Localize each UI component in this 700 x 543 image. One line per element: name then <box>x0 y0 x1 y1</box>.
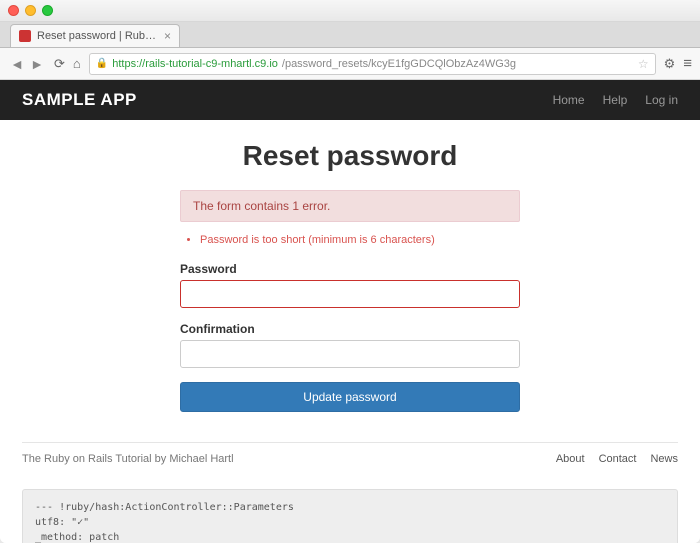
nav-links: Home Help Log in <box>553 93 678 107</box>
nav-login[interactable]: Log in <box>645 93 678 107</box>
address-bar[interactable]: 🔒 https://rails-tutorial-c9-mhartl.c9.io… <box>89 53 656 75</box>
footer-contact[interactable]: Contact <box>599 453 637 465</box>
window-controls <box>8 5 53 16</box>
site-navbar: SAMPLE APP Home Help Log in <box>0 80 700 120</box>
reload-button[interactable]: ⟳ <box>54 56 65 72</box>
url-path: /password_resets/kcyE1fgGDCQlObzAz4WG3g <box>282 58 516 70</box>
page-viewport: SAMPLE APP Home Help Log in Reset passwo… <box>0 80 700 543</box>
confirmation-input[interactable] <box>180 340 520 368</box>
nav-help[interactable]: Help <box>603 93 628 107</box>
password-input[interactable] <box>180 280 520 308</box>
home-button[interactable]: ⌂ <box>73 56 81 71</box>
error-alert: The form contains 1 error. <box>180 190 520 222</box>
footer-links: About Contact News <box>556 453 678 465</box>
hamburger-menu-icon[interactable]: ≡ <box>683 55 692 72</box>
close-tab-icon[interactable]: × <box>164 29 171 43</box>
password-label: Password <box>180 262 520 276</box>
bookmark-star-icon[interactable]: ☆ <box>638 57 649 71</box>
error-item: Password is too short (minimum is 6 char… <box>200 234 520 246</box>
tab-strip: Reset password | Ruby on × <box>0 22 700 48</box>
forward-button[interactable]: ► <box>28 55 46 73</box>
page-title: Reset password <box>22 140 678 172</box>
url-host: https://rails-tutorial-c9-mhartl.c9.io <box>112 58 278 70</box>
favicon-icon <box>19 30 31 42</box>
back-button[interactable]: ◄ <box>8 55 26 73</box>
update-password-button[interactable]: Update password <box>180 382 520 412</box>
confirmation-label: Confirmation <box>180 322 520 336</box>
debug-dump: --- !ruby/hash:ActionController::Paramet… <box>22 489 678 543</box>
site-footer: The Ruby on Rails Tutorial by Michael Ha… <box>22 442 678 475</box>
error-list: Password is too short (minimum is 6 char… <box>180 234 520 246</box>
footer-about[interactable]: About <box>556 453 585 465</box>
nav-home[interactable]: Home <box>553 93 585 107</box>
browser-window: Reset password | Ruby on × ◄ ► ⟳ ⌂ 🔒 htt… <box>0 0 700 543</box>
nav-arrows: ◄ ► <box>8 55 46 73</box>
footer-tutorial-link[interactable]: The Ruby on Rails Tutorial <box>22 453 152 465</box>
main-content: Reset password The form contains 1 error… <box>0 120 700 412</box>
close-window-button[interactable] <box>8 5 19 16</box>
tab-title: Reset password | Ruby on <box>37 30 158 42</box>
settings-gear-icon[interactable]: ⚙ <box>664 56 676 72</box>
footer-author-link[interactable]: Michael Hartl <box>169 453 233 465</box>
footer-credit: The Ruby on Rails Tutorial by Michael Ha… <box>22 453 234 465</box>
brand-logo[interactable]: SAMPLE APP <box>22 90 137 110</box>
window-titlebar <box>0 0 700 22</box>
browser-toolbar: ◄ ► ⟳ ⌂ 🔒 https://rails-tutorial-c9-mhar… <box>0 48 700 80</box>
reset-password-form: The form contains 1 error. Password is t… <box>180 190 520 412</box>
lock-icon: 🔒 <box>96 58 108 69</box>
footer-news[interactable]: News <box>650 453 678 465</box>
minimize-window-button[interactable] <box>25 5 36 16</box>
zoom-window-button[interactable] <box>42 5 53 16</box>
browser-tab[interactable]: Reset password | Ruby on × <box>10 24 180 47</box>
